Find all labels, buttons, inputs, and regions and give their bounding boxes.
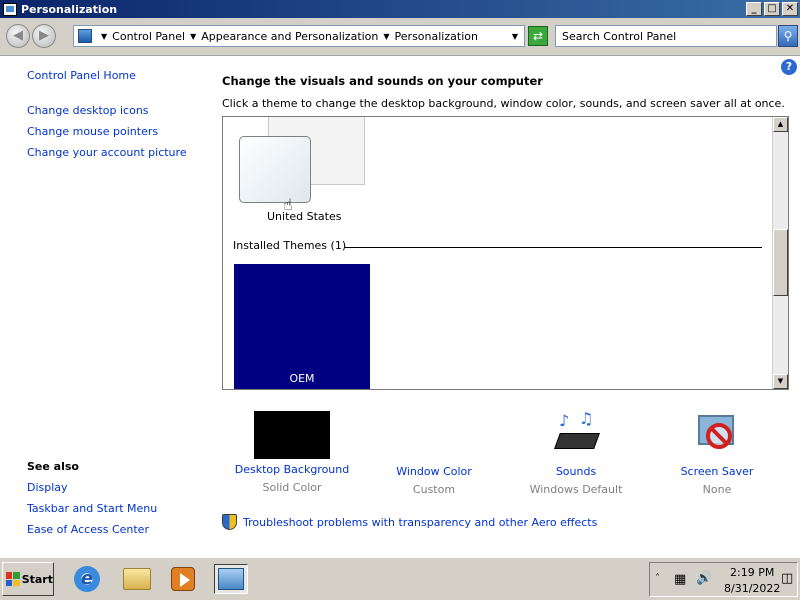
search-input[interactable]: Search Control Panel (555, 25, 777, 47)
theme-oem[interactable]: OEM (234, 264, 370, 389)
sounds-icon[interactable]: ♪ ♫ (553, 409, 600, 457)
scroll-thumb[interactable] (773, 229, 788, 296)
theme-list[interactable]: ☝ United States Installed Themes (1) OEM… (222, 116, 789, 390)
search-icon[interactable]: ⚲ (778, 25, 798, 47)
theme-preview-united-states[interactable] (239, 136, 311, 203)
windows-logo-icon (6, 572, 20, 586)
control-panel-taskbar-icon[interactable] (214, 564, 248, 594)
ease-of-access-link[interactable]: Ease of Access Center (27, 523, 149, 536)
help-icon[interactable]: ? (781, 59, 797, 75)
see-also-heading: See also (27, 460, 79, 473)
window-color-value: Custom (412, 483, 456, 496)
maximize-button[interactable]: □ (764, 2, 780, 16)
section-divider (345, 247, 762, 248)
change-mouse-pointers-link[interactable]: Change mouse pointers (27, 125, 158, 138)
back-button[interactable]: ◀ (6, 24, 30, 48)
personalization-window-icon (3, 2, 17, 16)
control-panel-icon (78, 29, 92, 43)
volume-icon[interactable]: 🔊 (696, 571, 712, 586)
scroll-down-arrow-icon[interactable]: ▼ (773, 374, 788, 389)
window-controls: _ □ ✕ (746, 2, 798, 16)
desktop-background-value: Solid Color (262, 481, 322, 494)
theme-list-scrollbar[interactable]: ▲ ▼ (772, 117, 788, 389)
breadcrumb-control-panel[interactable]: Control Panel (112, 30, 185, 43)
clock-date[interactable]: 8/31/2022 (724, 582, 780, 595)
scroll-up-arrow-icon[interactable]: ▲ (773, 117, 788, 132)
chevron-down-icon[interactable]: ▼ (101, 32, 107, 41)
desktop-background-swatch[interactable] (254, 411, 330, 459)
address-dropdown-icon[interactable]: ▼ (512, 32, 518, 41)
chevron-down-icon[interactable]: ▼ (190, 32, 196, 41)
theme-label-oem: OEM (289, 372, 315, 385)
troubleshoot-row: Troubleshoot problems with transparency … (222, 514, 597, 530)
start-button[interactable]: Start (2, 562, 54, 596)
window-color-link[interactable]: Window Color (374, 465, 494, 478)
page-description: Click a theme to change the desktop back… (222, 97, 785, 110)
media-player-icon[interactable] (166, 564, 200, 594)
show-hidden-icons-icon[interactable]: ˄ (655, 573, 660, 584)
sounds-link[interactable]: Sounds (516, 465, 636, 478)
screen-saver-link[interactable]: Screen Saver (657, 465, 777, 478)
shield-icon (222, 514, 237, 530)
system-tray: ˄ ▦ 🔊 2:19 PM 8/31/2022 ◫ (649, 562, 798, 597)
address-bar[interactable]: ▼ Control Panel ▼ Appearance and Persona… (73, 25, 525, 47)
sounds-option[interactable]: ♪ ♫ Sounds Windows Default (516, 409, 636, 496)
content-area: ? Control Panel Home Change desktop icon… (0, 57, 800, 557)
window-color-swatch[interactable] (395, 411, 473, 461)
control-panel-home-link[interactable]: Control Panel Home (27, 69, 136, 82)
forward-button[interactable]: ▶ (32, 24, 56, 48)
troubleshoot-link[interactable]: Troubleshoot problems with transparency … (243, 516, 597, 529)
display-link[interactable]: Display (27, 481, 68, 494)
desktop-background-option[interactable]: Desktop Background Solid Color (232, 411, 352, 494)
screen-saver-icon[interactable] (694, 411, 740, 457)
network-icon[interactable]: ▦ (674, 572, 686, 587)
screen-saver-option[interactable]: Screen Saver None (657, 411, 777, 496)
installed-themes-header: Installed Themes (1) (233, 239, 347, 252)
screen-saver-value: None (702, 483, 732, 496)
navigation-bar: ◀ ▶ ▼ Control Panel ▼ Appearance and Per… (0, 18, 800, 56)
desktop-background-link[interactable]: Desktop Background (232, 463, 352, 476)
breadcrumb-appearance[interactable]: Appearance and Personalization (201, 30, 378, 43)
change-account-picture-link[interactable]: Change your account picture (27, 146, 187, 159)
close-button[interactable]: ✕ (782, 2, 798, 16)
start-label: Start (21, 572, 53, 586)
taskbar-start-menu-link[interactable]: Taskbar and Start Menu (27, 502, 157, 515)
clock-time[interactable]: 2:19 PM (730, 566, 774, 579)
page-title: Change the visuals and sounds on your co… (222, 74, 543, 88)
refresh-button[interactable]: ⇄ (528, 26, 548, 46)
minimize-button[interactable]: _ (746, 2, 762, 16)
title-bar: Personalization _ □ ✕ (0, 0, 800, 18)
change-desktop-icons-link[interactable]: Change desktop icons (27, 104, 149, 117)
window-color-option[interactable]: Window Color Custom (374, 411, 494, 496)
window-title: Personalization (21, 2, 118, 16)
sounds-value: Windows Default (529, 483, 623, 496)
chevron-down-icon[interactable]: ▼ (383, 32, 389, 41)
internet-explorer-icon[interactable]: e (70, 564, 104, 594)
file-explorer-icon[interactable] (120, 564, 154, 594)
breadcrumb-personalization[interactable]: Personalization (395, 30, 478, 43)
taskbar: Start e ˄ ▦ 🔊 2:19 PM 8/31/2022 ◫ (0, 557, 800, 600)
show-desktop-icon[interactable]: ◫ (781, 571, 793, 586)
theme-label-united-states[interactable]: United States (267, 210, 342, 223)
